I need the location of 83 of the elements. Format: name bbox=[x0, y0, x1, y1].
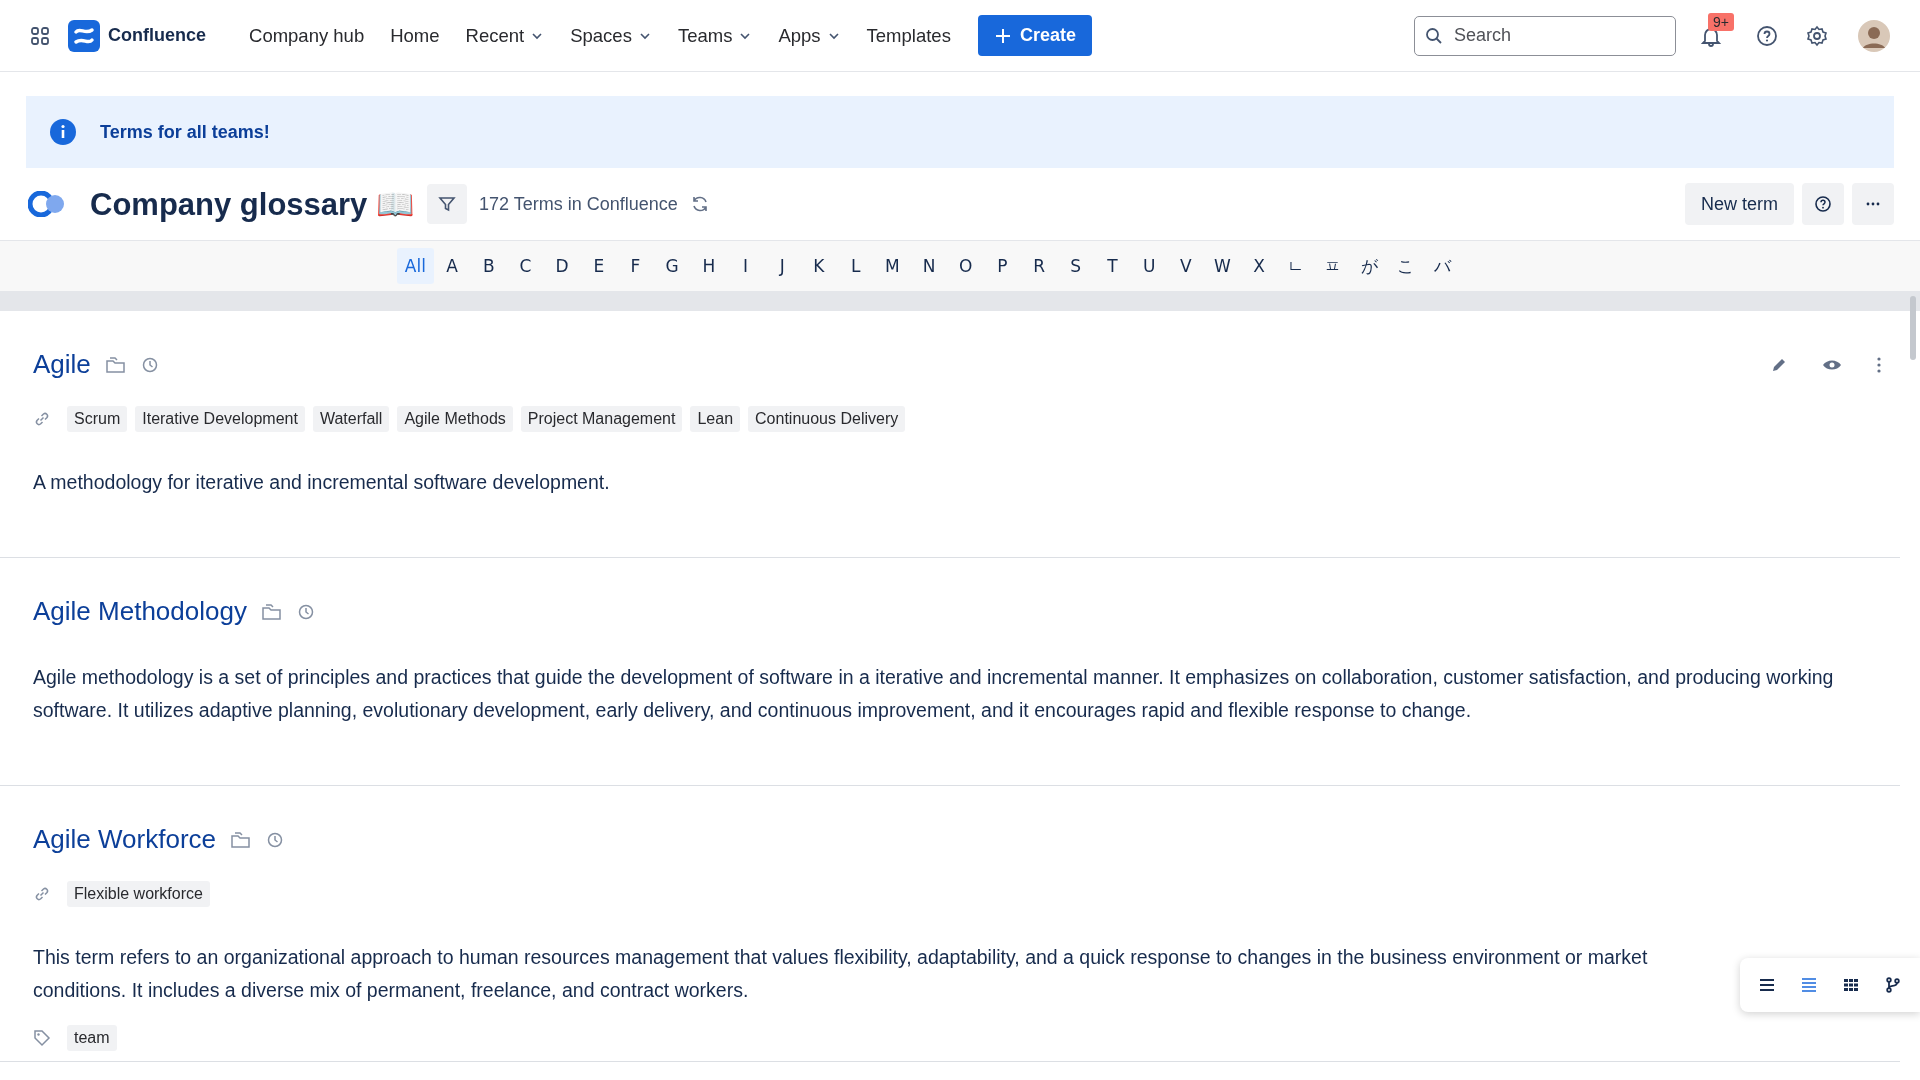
letter-filter-tab[interactable]: M bbox=[873, 248, 911, 284]
letter-filter-tab[interactable]: V bbox=[1167, 248, 1205, 284]
term-title-link[interactable]: Agile Methodology bbox=[33, 596, 247, 627]
clock-icon[interactable] bbox=[266, 830, 285, 849]
synonym-tag[interactable]: Agile Methods bbox=[397, 406, 513, 432]
term-definition: This term refers to an organizational approach to human resources management that values flexibility, adaptability, and a quick response to changes in the business environment or market conditions. It includes a diverse mix of permanent, freelance, and contract workers. bbox=[33, 945, 1649, 1003]
letter-filter-tab[interactable]: O bbox=[947, 248, 985, 284]
term-count: 172 Terms in Confluence bbox=[479, 193, 678, 215]
letter-filter-tab[interactable]: H bbox=[690, 248, 728, 284]
link-icon bbox=[33, 885, 51, 903]
settings-icon[interactable] bbox=[1806, 24, 1828, 47]
compact-list-icon bbox=[1800, 976, 1818, 994]
term-definition: A methodology for iterative and incremental software development. bbox=[33, 470, 611, 495]
letter-filter-tab[interactable]: P bbox=[984, 248, 1021, 284]
synonym-tag[interactable]: Waterfall bbox=[312, 406, 390, 432]
search-field[interactable]: Search bbox=[1414, 15, 1676, 56]
letter-filter-tab[interactable]: ㅍ bbox=[1314, 248, 1351, 284]
more-icon bbox=[1866, 202, 1880, 206]
letter-filter-tab[interactable]: L bbox=[837, 248, 874, 284]
letter-filter-tab[interactable]: が bbox=[1350, 248, 1388, 284]
nav-item[interactable]: Teams bbox=[668, 16, 762, 55]
synonym-tag[interactable]: Continuous Delivery bbox=[748, 406, 906, 432]
banner-text: Terms for all teams! bbox=[100, 121, 270, 143]
avatar-icon[interactable] bbox=[1858, 19, 1890, 52]
branch-icon bbox=[1884, 976, 1902, 994]
letter-filter-tab[interactable]: N bbox=[910, 248, 948, 284]
app-switcher-icon[interactable] bbox=[30, 25, 50, 46]
letter-filter-tab[interactable]: バ bbox=[1424, 248, 1461, 284]
clock-icon[interactable] bbox=[296, 602, 315, 621]
letter-filter-tab[interactable]: All bbox=[397, 248, 434, 284]
synonym-tag[interactable]: Iterative Development bbox=[135, 406, 305, 432]
nav-item[interactable]: Company hub bbox=[240, 16, 374, 55]
synonym-tag[interactable]: Project Management bbox=[520, 406, 683, 432]
notification-count: 9+ bbox=[1708, 12, 1734, 31]
synonym-tag[interactable]: Lean bbox=[690, 406, 741, 432]
nav-item[interactable]: Apps bbox=[769, 16, 850, 55]
search-icon bbox=[1425, 26, 1443, 45]
list-icon bbox=[1758, 976, 1776, 994]
nav-item[interactable]: Recent bbox=[456, 16, 554, 55]
letter-filter-tab[interactable]: A bbox=[433, 248, 471, 284]
clock-icon[interactable] bbox=[140, 355, 159, 374]
page-title: Company glossary 📖 bbox=[90, 185, 415, 223]
letter-filter-tab[interactable]: F bbox=[617, 248, 654, 284]
info-icon bbox=[50, 119, 76, 145]
letter-filter-tab[interactable]: K bbox=[800, 248, 838, 284]
label-tag[interactable]: team bbox=[67, 1025, 117, 1051]
nav-item[interactable]: Templates bbox=[857, 16, 960, 55]
link-icon bbox=[33, 410, 51, 428]
grid-icon bbox=[1842, 976, 1860, 994]
plus-icon bbox=[993, 26, 1012, 45]
letter-filter-tab[interactable]: C bbox=[507, 248, 544, 284]
more-vertical-icon[interactable] bbox=[1876, 355, 1882, 374]
term-definition: Agile methodology is a set of principles and practices that guide the development of software in a iterative and incremental manner. It emphasizes on collaboration, customer satisfaction, and producing working software. It utilizes adaptive planning, evolutionary development, early delivery, and continuous improvement, and it encourages rapid and flexible response to change. bbox=[33, 665, 1835, 723]
letter-filter-tab[interactable]: T bbox=[1094, 248, 1131, 284]
logo-icon[interactable] bbox=[68, 19, 100, 52]
letter-filter-tab[interactable]: G bbox=[653, 248, 691, 284]
nav-item[interactable]: Spaces bbox=[561, 16, 661, 55]
letter-filter-tab[interactable]: B bbox=[470, 248, 508, 284]
synonym-tag[interactable]: Scrum bbox=[67, 406, 128, 432]
nav-item[interactable]: Home bbox=[381, 16, 449, 55]
help-button[interactable] bbox=[1802, 183, 1844, 225]
letter-filter-tab[interactable]: W bbox=[1204, 248, 1241, 284]
letter-filter-tab[interactable]: S bbox=[1057, 248, 1095, 284]
letter-filter-tab[interactable]: D bbox=[543, 248, 581, 284]
letter-filter-tab[interactable]: E bbox=[580, 248, 618, 284]
product-name[interactable]: Confluence bbox=[108, 25, 206, 46]
letter-filter-tab[interactable]: I bbox=[727, 248, 764, 284]
letter-filter-tab[interactable]: X bbox=[1240, 248, 1278, 284]
new-term-button[interactable]: New term bbox=[1685, 183, 1794, 225]
synonym-tag[interactable]: Flexible workforce bbox=[67, 881, 210, 907]
letter-filter-tab[interactable]: R bbox=[1020, 248, 1058, 284]
help-icon[interactable] bbox=[1756, 24, 1778, 47]
letter-filter-tab[interactable]: U bbox=[1130, 248, 1168, 284]
create-button[interactable]: Create bbox=[977, 15, 1092, 56]
filter-button[interactable] bbox=[427, 184, 467, 224]
letter-filter-tab[interactable]: ㄴ bbox=[1277, 248, 1315, 284]
term-title-link[interactable]: Agile Workforce bbox=[33, 824, 217, 855]
filter-icon bbox=[438, 195, 456, 213]
help-icon bbox=[1814, 195, 1832, 213]
letter-filter-tab[interactable]: こ bbox=[1387, 248, 1425, 284]
label-tag-icon bbox=[33, 1029, 51, 1047]
letter-filter-tab[interactable]: J bbox=[763, 248, 801, 284]
term-title-link[interactable]: Agile bbox=[33, 349, 91, 380]
